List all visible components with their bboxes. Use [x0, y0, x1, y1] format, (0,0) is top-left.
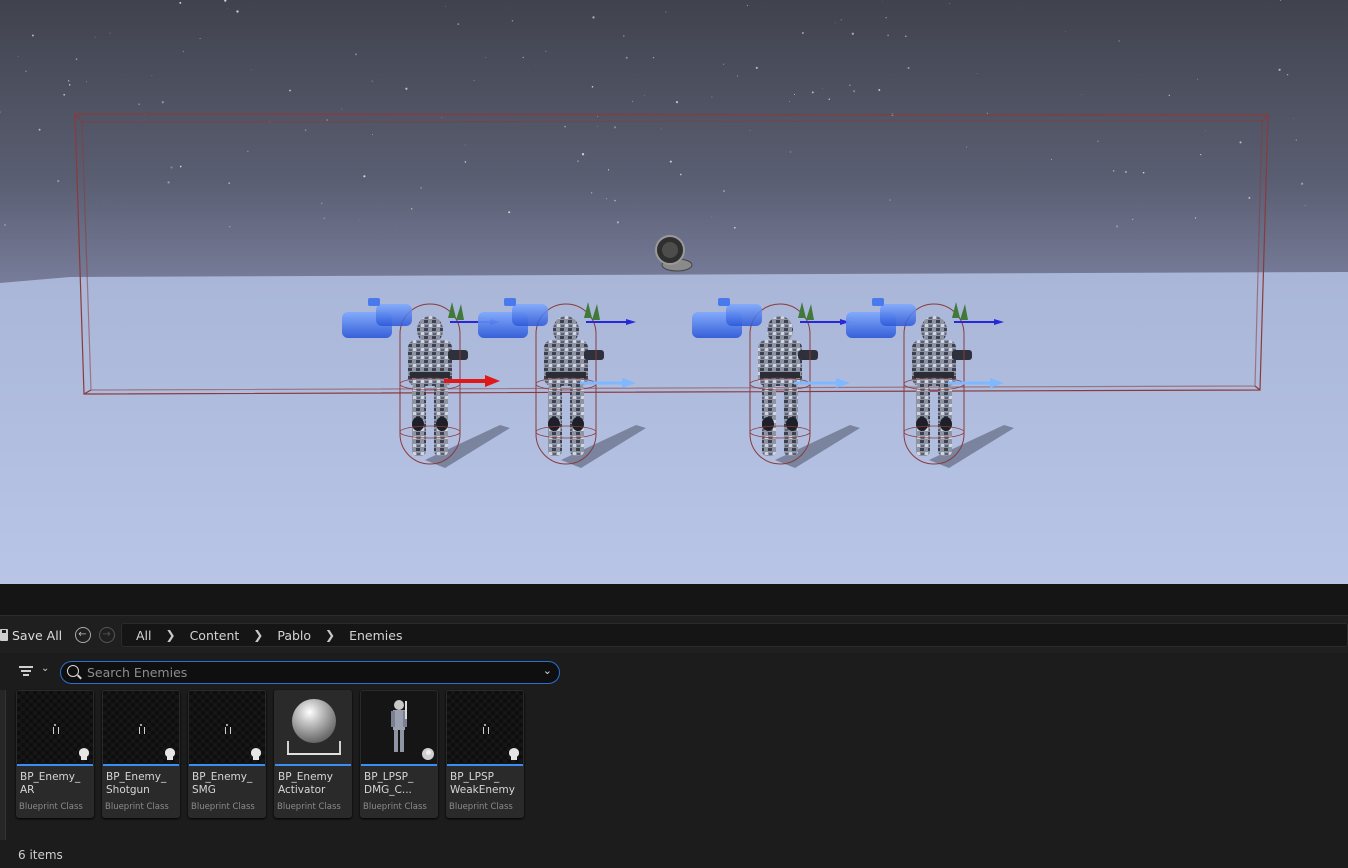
character-icon	[139, 724, 145, 734]
asset-type: Blueprint Class	[363, 802, 427, 812]
disc-icon	[422, 748, 434, 760]
asset-type-underline	[361, 764, 437, 766]
search-box[interactable]: ⌄	[60, 661, 560, 684]
asset-thumbnail	[275, 691, 351, 764]
asset-tile[interactable]: BP_LPSP_ DMG_C... Blueprint Class	[360, 690, 438, 818]
asset-type-underline	[17, 764, 93, 766]
arrow-left-circle-icon: ←	[78, 629, 87, 640]
pedestal-icon	[287, 741, 341, 755]
back-button[interactable]: ←	[75, 627, 91, 643]
character-icon	[53, 724, 59, 734]
asset-tile[interactable]: BP_Enemy Activator Blueprint Class	[274, 690, 352, 818]
asset-tile[interactable]: BP_Enemy_ AR Blueprint Class	[16, 690, 94, 818]
asset-tile[interactable]: BP_LPSP_ WeakEnemy Blueprint Class	[446, 690, 524, 818]
skull-icon	[164, 748, 176, 760]
breadcrumb: All ❯ Content ❯ Pablo ❯ Enemies	[121, 623, 1348, 647]
sphere-icon	[292, 699, 336, 743]
asset-type: Blueprint Class	[19, 802, 83, 812]
breadcrumb-enemies[interactable]: Enemies	[349, 628, 402, 643]
asset-type: Blueprint Class	[449, 802, 513, 812]
viewport-scene[interactable]	[0, 0, 1348, 584]
content-browser: Save All ← → All ❯ Content ❯ Pablo ❯ Ene…	[0, 615, 1348, 868]
skull-icon	[250, 748, 262, 760]
panel-divider	[0, 584, 1348, 615]
asset-grid: BP_Enemy_ AR Blueprint Class BP_Enemy_ S…	[16, 690, 524, 818]
collapsed-sources-panel[interactable]	[0, 690, 6, 840]
breadcrumb-pablo[interactable]: Pablo	[277, 628, 311, 643]
asset-thumbnail	[189, 691, 265, 764]
asset-thumbnail	[361, 691, 437, 764]
chevron-right-icon[interactable]: ❯	[166, 628, 176, 642]
save-all-label: Save All	[12, 627, 63, 643]
arrow-right-circle-icon: →	[102, 629, 111, 640]
asset-name: BP_LPSP_ WeakEnemy	[450, 771, 515, 796]
asset-type-underline	[189, 764, 265, 766]
save-all-button[interactable]: Save All	[0, 625, 62, 645]
asset-name: BP_LPSP_ DMG_C...	[364, 771, 414, 796]
chevron-right-icon[interactable]: ❯	[253, 628, 263, 642]
asset-name: BP_Enemy_ SMG	[192, 771, 253, 796]
asset-type: Blueprint Class	[105, 802, 169, 812]
item-count: 6 items	[18, 848, 63, 862]
asset-thumbnail	[447, 691, 523, 764]
asset-name: BP_Enemy Activator	[278, 771, 333, 796]
ground-plane[interactable]	[0, 272, 1348, 584]
asset-name: BP_Enemy_ AR	[20, 771, 81, 796]
filter-icon	[19, 666, 33, 677]
asset-thumbnail	[103, 691, 179, 764]
forward-button[interactable]: →	[99, 627, 115, 643]
filter-button[interactable]: ⌄	[19, 663, 53, 680]
asset-type-underline	[275, 764, 351, 766]
character-icon	[483, 724, 489, 734]
filter-row: ⌄ ⌄	[0, 657, 1348, 687]
asset-type: Blueprint Class	[191, 802, 255, 812]
chevron-down-icon: ⌄	[41, 663, 50, 674]
asset-name: BP_Enemy_ Shotgun	[106, 771, 167, 796]
search-input[interactable]	[87, 663, 527, 681]
asset-type-underline	[103, 764, 179, 766]
save-icon	[0, 629, 8, 641]
asset-type: Blueprint Class	[277, 802, 341, 812]
asset-type-underline	[447, 764, 523, 766]
skull-icon	[508, 748, 520, 760]
level-viewport[interactable]	[0, 0, 1348, 584]
character-icon	[225, 724, 231, 734]
chevron-down-icon[interactable]: ⌄	[543, 664, 552, 677]
breadcrumb-all[interactable]: All	[136, 628, 152, 643]
content-browser-toolbar: Save All ← → All ❯ Content ❯ Pablo ❯ Ene…	[0, 615, 1348, 653]
breadcrumb-content[interactable]: Content	[190, 628, 240, 643]
search-icon	[67, 665, 79, 677]
asset-tile[interactable]: BP_Enemy_ SMG Blueprint Class	[188, 690, 266, 818]
chevron-right-icon[interactable]: ❯	[325, 628, 335, 642]
asset-thumbnail	[17, 691, 93, 764]
asset-tile[interactable]: BP_Enemy_ Shotgun Blueprint Class	[102, 690, 180, 818]
skull-icon	[78, 748, 90, 760]
